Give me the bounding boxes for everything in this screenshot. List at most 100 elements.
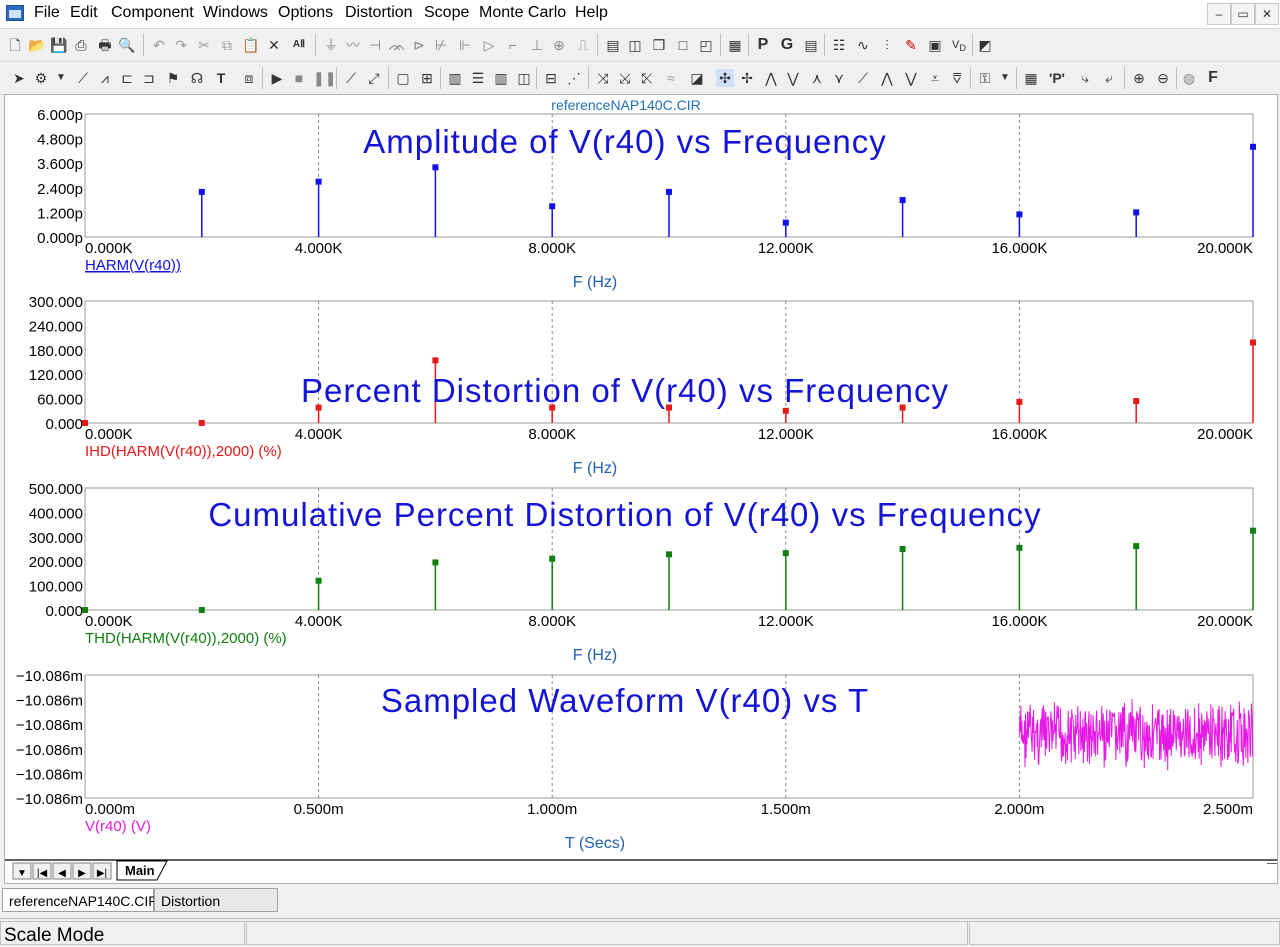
- font-icon[interactable]: F: [1204, 69, 1222, 87]
- cursor-mode-2-icon[interactable]: ⤶: [1100, 69, 1118, 87]
- p-button-icon[interactable]: P: [754, 36, 772, 54]
- resistor-icon[interactable]: 〰: [344, 36, 362, 54]
- diagonal-wire-icon[interactable]: ⩘: [96, 69, 114, 87]
- save-icon[interactable]: 💾: [50, 36, 68, 54]
- global-low-icon[interactable]: ⋁: [902, 69, 920, 87]
- mosfet-icon[interactable]: ⊩: [456, 36, 474, 54]
- text-tool-icon[interactable]: AⅡ: [290, 36, 308, 54]
- valley-icon[interactable]: ⋁: [784, 69, 802, 87]
- save-all-icon[interactable]: ⎙: [72, 36, 90, 54]
- copy-icon[interactable]: ⧉: [218, 36, 236, 54]
- top-icon[interactable]: ⩡: [926, 69, 944, 87]
- capacitor-icon[interactable]: ⊣: [366, 36, 384, 54]
- calculator-icon[interactable]: ▦: [726, 36, 744, 54]
- delete-icon[interactable]: ✕: [265, 36, 283, 54]
- chart-icon[interactable]: ⫶: [878, 36, 896, 54]
- menu-windows[interactable]: Windows: [203, 4, 268, 22]
- linear-scale-icon[interactable]: ⟋: [342, 69, 360, 87]
- zoom-in-icon[interactable]: ⊕: [1130, 69, 1148, 87]
- undo-icon[interactable]: ↶: [150, 36, 168, 54]
- waveform-compare-icon[interactable]: ≈: [662, 69, 680, 87]
- cursor-left-icon[interactable]: ⤨: [594, 69, 612, 87]
- low-icon[interactable]: ⋎: [830, 69, 848, 87]
- tile-horizontal-icon[interactable]: ▤: [604, 36, 622, 54]
- grid-icon[interactable]: ⊞: [418, 69, 436, 87]
- select-mode-icon[interactable]: ➤: [10, 69, 28, 87]
- properties-icon[interactable]: ⧈: [240, 69, 258, 87]
- opamp-icon[interactable]: ▷: [480, 36, 498, 54]
- p-key-icon[interactable]: 'P': [1048, 69, 1066, 87]
- horizontal-grid-icon[interactable]: ☰: [469, 69, 487, 87]
- restore-button[interactable]: ▭: [1231, 3, 1255, 25]
- cursor-right-icon[interactable]: ⤩: [616, 69, 634, 87]
- color-icon[interactable]: ◍: [1180, 69, 1198, 87]
- tokens-icon[interactable]: ⋰: [565, 69, 583, 87]
- bus-icon[interactable]: ⊏: [118, 69, 136, 87]
- tab-circuit-file[interactable]: referenceNAP140C.CIR: [2, 888, 158, 912]
- waveform-icon[interactable]: ∿: [854, 36, 872, 54]
- menu-component[interactable]: Component: [111, 4, 194, 22]
- menu-distortion[interactable]: Distortion: [345, 4, 413, 22]
- run-icon[interactable]: ▶: [268, 69, 286, 87]
- info-icon[interactable]: ☊: [188, 69, 206, 87]
- diode-icon[interactable]: ⊳: [410, 36, 428, 54]
- cascade-icon[interactable]: ❐: [650, 36, 668, 54]
- vertical-grid-icon[interactable]: ▥: [492, 69, 510, 87]
- grid-bold-icon[interactable]: ◫: [515, 69, 533, 87]
- tab-distortion-analysis[interactable]: Distortion Analysis: [154, 888, 278, 933]
- menu-help[interactable]: Help: [575, 4, 608, 22]
- new-file-icon[interactable]: 🗋: [6, 36, 24, 54]
- cursor-mode-1-icon[interactable]: ⤷: [1076, 69, 1094, 87]
- menu-scope[interactable]: Scope: [424, 4, 469, 22]
- table-icon[interactable]: ▤: [802, 36, 820, 54]
- g-button-icon[interactable]: G: [778, 36, 796, 54]
- source-icon[interactable]: ⊕: [550, 36, 568, 54]
- inductor-icon[interactable]: ᨏ: [388, 36, 406, 54]
- window-icon[interactable]: □: [674, 36, 692, 54]
- paste-icon[interactable]: 📋: [242, 36, 260, 54]
- tile-vertical-icon[interactable]: ◫: [626, 36, 644, 54]
- print-preview-icon[interactable]: 🔍: [118, 36, 136, 54]
- bottom-icon[interactable]: ⩢: [948, 69, 966, 87]
- close-window-button[interactable]: ✕: [1255, 3, 1279, 25]
- app-icon[interactable]: [6, 5, 24, 21]
- graphics-icon[interactable]: ⊐: [140, 69, 158, 87]
- redo-icon[interactable]: ↷: [172, 36, 190, 54]
- pulse-source-icon[interactable]: ⎍: [574, 36, 592, 54]
- transistor-icon[interactable]: ⊬: [432, 36, 450, 54]
- component-mode-icon[interactable]: ⚙: [32, 69, 50, 87]
- menu-file[interactable]: File: [34, 4, 60, 22]
- stop-icon[interactable]: ■: [290, 69, 308, 87]
- label-dropdown-icon[interactable]: ▼: [996, 69, 1014, 87]
- global-high-icon[interactable]: ⋀: [878, 69, 896, 87]
- menu-options[interactable]: Options: [278, 4, 333, 22]
- wire-icon[interactable]: ⟋: [74, 69, 92, 87]
- dropdown-arrow-icon[interactable]: ▼: [52, 69, 70, 87]
- probe-icon[interactable]: ✎: [902, 36, 920, 54]
- log-scale-icon[interactable]: ⤢: [365, 69, 383, 87]
- baseline-icon[interactable]: ⊟: [542, 69, 560, 87]
- data-table-icon[interactable]: ▦: [1022, 69, 1040, 87]
- high-icon[interactable]: ⋏: [808, 69, 826, 87]
- label-icon[interactable]: ⚿: [976, 69, 994, 87]
- cut-icon[interactable]: ✂: [195, 36, 213, 54]
- print-icon[interactable]: 🖶: [96, 36, 114, 54]
- zoom-out-icon[interactable]: ⊖: [1154, 69, 1172, 87]
- battery-icon[interactable]: ⊥: [528, 36, 546, 54]
- pause-icon[interactable]: ❚❚: [313, 69, 336, 87]
- inflection-icon[interactable]: ⟋: [854, 69, 872, 87]
- vertical-cursor-icon[interactable]: ✢: [738, 69, 756, 87]
- switch-icon[interactable]: ⌐: [504, 36, 522, 54]
- voltage-drop-icon[interactable]: VD: [950, 36, 968, 54]
- peak-icon[interactable]: ⋀: [762, 69, 780, 87]
- list-icon[interactable]: ☷: [830, 36, 848, 54]
- horizontal-cursor-icon[interactable]: ✣: [716, 69, 734, 87]
- picture-icon[interactable]: ▣: [926, 36, 944, 54]
- open-folder-icon[interactable]: 📂: [28, 36, 46, 54]
- minimize-button[interactable]: –: [1207, 3, 1231, 25]
- menu-monte-carlo[interactable]: Monte Carlo: [479, 4, 566, 22]
- ground-icon[interactable]: ⏚: [322, 36, 340, 54]
- split-window-icon[interactable]: ◰: [697, 36, 715, 54]
- menu-edit[interactable]: Edit: [70, 4, 98, 22]
- zoom-window-icon[interactable]: ◩: [976, 36, 994, 54]
